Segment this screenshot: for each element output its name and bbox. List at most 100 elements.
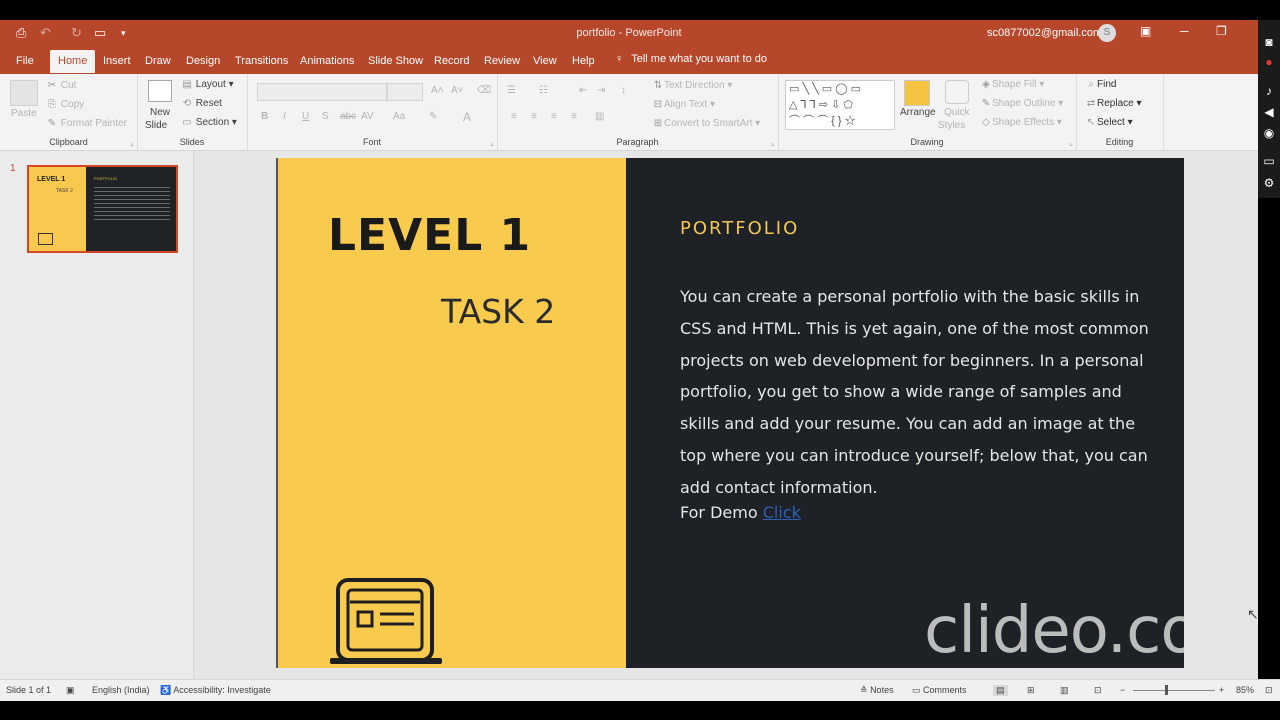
minimize-icon[interactable]: ─: [1180, 24, 1189, 38]
columns-icon[interactable]: ▥: [595, 111, 604, 122]
change-case-icon[interactable]: Aa: [393, 111, 405, 122]
slide-subtitle[interactable]: TASK 2: [441, 292, 555, 331]
clipboard-launcher-icon[interactable]: ⌞: [130, 138, 134, 147]
shape-effects-button[interactable]: ◇ Shape Effects ▾: [980, 117, 1062, 128]
shape-fill-button[interactable]: ◈ Shape Fill ▾: [980, 79, 1044, 90]
tab-file[interactable]: File: [16, 55, 34, 67]
select-button[interactable]: ↖ Select ▾: [1085, 117, 1133, 128]
new-slide-button-line2[interactable]: Slide: [145, 120, 167, 131]
zoom-out-icon[interactable]: −: [1120, 685, 1125, 695]
bullets-icon[interactable]: ☰: [507, 85, 516, 96]
italic-icon[interactable]: I: [283, 111, 286, 122]
new-slide-icon[interactable]: [148, 80, 172, 102]
zoom-slider[interactable]: [1133, 690, 1215, 691]
align-center-icon[interactable]: ≡: [531, 111, 537, 122]
account-email[interactable]: sc0877002@gmail.com: [987, 27, 1102, 39]
text-direction-button[interactable]: ⇅ Text Direction ▾: [652, 80, 733, 91]
new-slide-button[interactable]: New: [150, 107, 170, 118]
convert-smartart-button[interactable]: ⊞ Convert to SmartArt ▾: [652, 118, 760, 129]
tab-slide-show[interactable]: Slide Show: [368, 55, 423, 67]
decrease-indent-icon[interactable]: ⇤: [579, 85, 587, 96]
align-text-button[interactable]: ⊟ Align Text ▾: [652, 99, 715, 110]
zoom-in-icon[interactable]: +: [1219, 685, 1224, 695]
increase-indent-icon[interactable]: ⇥: [597, 85, 605, 96]
slideshow-view-icon[interactable]: ⊡: [1094, 685, 1102, 696]
section-button[interactable]: ▭ Section ▾: [181, 117, 237, 128]
accessibility-status[interactable]: ♿ Accessibility: Investigate: [160, 685, 271, 696]
tab-review[interactable]: Review: [484, 55, 520, 67]
char-spacing-icon[interactable]: AV: [361, 111, 374, 122]
layout-button[interactable]: ▤ Layout ▾: [181, 79, 233, 90]
tab-record[interactable]: Record: [434, 55, 469, 67]
zoom-slider-thumb[interactable]: [1165, 685, 1168, 695]
ribbon-display-icon[interactable]: ▣: [1140, 24, 1151, 38]
tell-me-search[interactable]: ♀ Tell me what you want to do: [615, 53, 767, 65]
tab-draw[interactable]: Draw: [145, 55, 171, 67]
microphone-icon[interactable]: ♪: [1261, 83, 1277, 99]
font-color-icon[interactable]: A: [463, 110, 471, 124]
shapes-gallery[interactable]: ▭ ╲ ╲ ▭ ◯ ▭ △ ⅂ ⅂ ⇨ ⇩ ⬠ ⌒ ⌒ ⌒ { } ☆: [785, 80, 895, 130]
quick-styles-button[interactable]: Quick: [944, 107, 970, 118]
tab-insert[interactable]: Insert: [103, 55, 131, 67]
avatar[interactable]: S: [1098, 24, 1116, 42]
webcam-icon[interactable]: ◉: [1261, 125, 1277, 141]
tab-home[interactable]: Home: [50, 50, 96, 73]
tab-help[interactable]: Help: [572, 55, 595, 67]
highlight-icon[interactable]: ✎: [429, 111, 437, 122]
zoom-level[interactable]: 85%: [1236, 685, 1254, 695]
notes-button[interactable]: ≙ Notes: [860, 685, 894, 696]
shape-outline-button[interactable]: ✎ Shape Outline ▾: [980, 98, 1063, 109]
quick-styles-button-line2[interactable]: Styles: [938, 120, 965, 131]
slide-canvas[interactable]: LEVEL 1 TASK 2 PORTFOLIO You can create …: [276, 158, 1184, 668]
paste-button[interactable]: Paste: [11, 108, 37, 119]
justify-icon[interactable]: ≡: [571, 111, 577, 122]
slide-title[interactable]: LEVEL 1: [328, 210, 531, 261]
body-paragraph[interactable]: You can create a personal portfolio with…: [680, 281, 1150, 504]
underline-icon[interactable]: U: [302, 111, 309, 122]
align-left-icon[interactable]: ≡: [511, 111, 517, 122]
font-family-select[interactable]: [257, 83, 387, 101]
tab-transitions[interactable]: Transitions: [235, 55, 288, 67]
screen-icon[interactable]: ▭: [1261, 153, 1277, 169]
spelling-check-icon[interactable]: ▣: [66, 685, 75, 696]
demo-line[interactable]: For Demo Click: [680, 503, 801, 522]
align-right-icon[interactable]: ≡: [551, 111, 557, 122]
cut-button[interactable]: ✂ Cut: [46, 80, 77, 91]
reading-view-icon[interactable]: ▥: [1060, 685, 1069, 696]
record-icon[interactable]: ●: [1261, 54, 1277, 70]
section-heading[interactable]: PORTFOLIO: [680, 218, 799, 239]
clear-format-icon[interactable]: ⌫: [477, 85, 491, 96]
arrange-icon[interactable]: [904, 80, 930, 106]
font-launcher-icon[interactable]: ⌞: [490, 138, 494, 147]
comments-button[interactable]: ▭ Comments: [912, 685, 967, 696]
paste-icon[interactable]: [10, 80, 38, 106]
font-size-select[interactable]: [387, 83, 423, 101]
bold-icon[interactable]: B: [261, 111, 268, 122]
normal-view-icon[interactable]: ▤: [993, 685, 1008, 696]
tab-design[interactable]: Design: [186, 55, 220, 67]
quick-styles-icon[interactable]: [945, 80, 969, 104]
replace-button[interactable]: ⇄ Replace ▾: [1085, 98, 1142, 109]
tab-view[interactable]: View: [533, 55, 557, 67]
demo-link[interactable]: Click: [763, 503, 801, 522]
arrange-button[interactable]: Arrange: [900, 107, 936, 118]
speaker-icon[interactable]: ◀: [1261, 104, 1277, 120]
copy-button[interactable]: ⎘ Copy: [46, 99, 84, 110]
drawing-launcher-icon[interactable]: ⌞: [1069, 138, 1073, 147]
slide-sorter-icon[interactable]: ⊞: [1027, 685, 1035, 696]
shadow-icon[interactable]: S: [322, 111, 329, 122]
paragraph-launcher-icon[interactable]: ⌞: [771, 138, 775, 147]
restore-icon[interactable]: ❐: [1216, 24, 1227, 38]
fit-to-window-icon[interactable]: ⊡: [1265, 685, 1273, 696]
camera-icon[interactable]: ◙: [1261, 34, 1277, 50]
strikethrough-icon[interactable]: abc: [340, 111, 356, 122]
reset-button[interactable]: ⟲ Reset: [181, 98, 222, 109]
gear-icon[interactable]: ⚙: [1261, 175, 1277, 191]
numbering-icon[interactable]: ☷: [539, 85, 548, 96]
slide-thumbnail[interactable]: LEVEL 1 TASK 2 PORTFOLIO: [27, 165, 178, 253]
find-button[interactable]: ⌕ Find: [1085, 79, 1116, 90]
line-spacing-icon[interactable]: ↕: [621, 85, 626, 96]
format-painter-button[interactable]: ✎ Format Painter: [46, 118, 127, 129]
grow-font-icon[interactable]: A˄: [431, 85, 444, 96]
shrink-font-icon[interactable]: A˅: [451, 85, 464, 96]
